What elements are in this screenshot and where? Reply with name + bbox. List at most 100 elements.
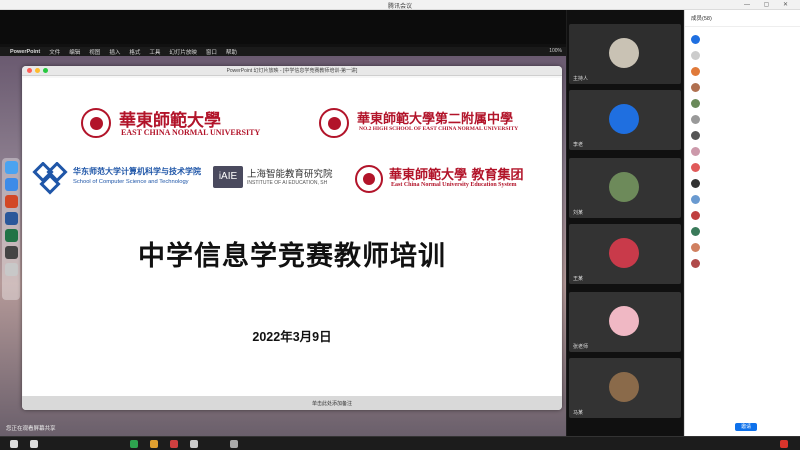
participant-row[interactable] [689,178,797,190]
ecnu-edu-seal-icon [355,165,383,193]
avatar [609,104,639,134]
share-top-strip [0,10,566,44]
settings-icon[interactable] [230,440,238,448]
video-tile[interactable]: 刘某 [569,158,681,218]
terminal-icon [4,246,18,259]
word-icon [4,212,18,225]
logo-cs-cn: 华东师范大学计算机科学与技术学院 [73,167,201,176]
ppt-notes-text[interactable]: 单击此处添加备注 [312,400,352,407]
participants-panel: 成员(58) [684,10,800,436]
avatar [609,238,639,268]
minimize-light-icon [35,68,40,73]
excel-icon [4,229,18,242]
ppt-titlebar: PowerPoint 幻灯片放映 - [中学信息学竞赛教师培训-第一讲] [22,66,562,76]
participant-row[interactable] [689,50,797,62]
menu-format: 格式 [129,49,141,56]
cs-school-logo-icon [32,162,68,195]
logo-cs-en: School of Computer Science and Technolog… [73,179,189,185]
avatar [609,372,639,402]
meeting-titlebar: 腾讯会议 — ▢ ✕ [0,0,800,10]
finder-icon [4,161,18,174]
menu-slideshow: 幻灯片放映 [169,49,197,56]
powerpoint-icon [4,195,18,208]
video-tile[interactable]: 马某 [569,358,681,418]
video-tile-name: 刘某 [573,210,584,216]
participant-row[interactable] [689,194,797,206]
avatar [691,163,700,172]
avatar [691,195,700,204]
video-tile[interactable]: 李老 [569,90,681,150]
safari-icon [4,178,18,191]
zoom-light-icon [43,68,48,73]
close-light-icon [27,68,32,73]
menu-view: 视图 [89,49,101,56]
menu-window: 窗口 [205,49,217,56]
video-tiles-column: 主持人 李老 刘某 王某 张老师 马某 [567,10,683,436]
participant-row[interactable] [689,242,797,254]
mic-icon[interactable] [10,440,18,448]
video-tile[interactable]: 主持人 [569,24,681,84]
logo-edu-en: East China Normal University Education S… [391,182,517,188]
avatar [609,172,639,202]
ecnu2-seal-icon [319,108,349,138]
logo-ecnu2-cn: 華東師範大學第二附属中學 [357,112,514,127]
participants-icon[interactable] [150,440,158,448]
video-icon[interactable] [30,440,38,448]
avatar [691,179,700,188]
logo-aie-cn: 上海智能教育研究院 [247,169,333,180]
menu-tools: 工具 [149,49,161,56]
window-title: 腾讯会议 [387,4,412,10]
menubar-battery-status: 100% [549,48,562,54]
avatar [691,67,700,76]
avatar [691,35,700,44]
participants-header: 成员(58) [685,10,800,27]
powerpoint-window: PowerPoint 幻灯片放映 - [中学信息学竞赛教师培训-第一讲] 華東師… [22,66,562,410]
mac-menubar: PowerPoint 文件 编辑 视图 插入 格式 工具 幻灯片放映 窗口 帮助… [0,47,566,56]
participant-row[interactable] [689,258,797,270]
participant-row[interactable] [689,82,797,94]
video-tile-name: 主持人 [573,76,589,82]
menu-help: 帮助 [225,49,237,56]
aie-badge: iAIE [213,166,243,188]
slide: 華東師範大學 EAST CHINA NORMAL UNIVERSITY 華東師範… [23,78,561,396]
video-tile-name: 李老 [573,142,584,148]
participant-row[interactable] [689,114,797,126]
participant-row[interactable] [689,210,797,222]
logo-ecnu-en: EAST CHINA NORMAL UNIVERSITY [121,128,261,137]
invite-button[interactable]: 邀请 [735,423,757,431]
avatar [691,211,700,220]
trash-icon [4,263,18,276]
share-screen-icon[interactable] [130,440,138,448]
participant-row[interactable] [689,146,797,158]
record-icon[interactable] [190,440,198,448]
slide-date: 2022年3月9日 [252,330,332,344]
participant-row[interactable] [689,130,797,142]
menu-file: 文件 [49,49,61,56]
participant-row[interactable] [689,162,797,174]
participant-row[interactable] [689,34,797,46]
chat-icon[interactable] [170,440,178,448]
video-tile-name: 张老师 [573,344,589,350]
video-tile[interactable]: 王某 [569,224,681,284]
ppt-notes-bar: 单击此处添加备注 [22,396,562,410]
participant-row[interactable] [689,66,797,78]
avatar [691,51,700,60]
menu-app: PowerPoint [10,48,41,55]
avatar [609,306,639,336]
participant-row[interactable] [689,226,797,238]
video-tile-name: 王某 [573,276,584,282]
ecnu-seal-icon [81,108,111,138]
avatar [691,227,700,236]
leave-icon[interactable] [780,440,788,448]
participant-row[interactable] [689,98,797,110]
ppt-window-title: PowerPoint 幻灯片放映 - [中学信息学竞赛教师培训-第一讲] [226,68,358,74]
avatar [691,99,700,108]
avatar [691,243,700,252]
video-tile-name: 马某 [573,410,584,416]
avatar [691,115,700,124]
avatar [691,259,700,268]
window-controls[interactable]: — ▢ ✕ [744,1,794,8]
logo-edu-cn: 華東師範大學 教育集团 [389,168,524,183]
meeting-toolbar [0,436,800,450]
video-tile[interactable]: 张老师 [569,292,681,352]
